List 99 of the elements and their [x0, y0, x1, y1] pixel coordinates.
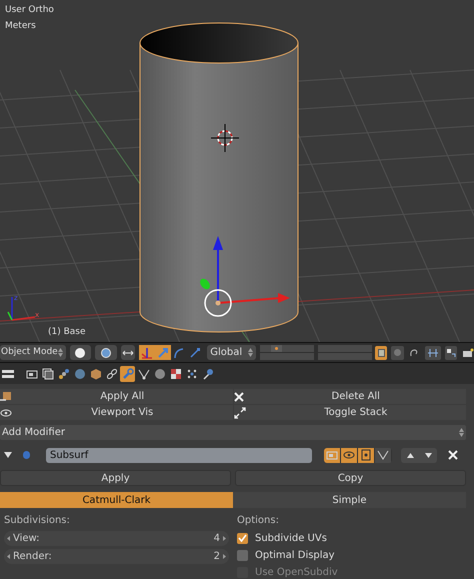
- modifier-toggle[interactable]: [324, 448, 341, 462]
- right-arrow-icon: [223, 536, 226, 541]
- view-name: User Ortho: [5, 4, 54, 17]
- checkbox[interactable]: [237, 532, 248, 544]
- dropdown-arrows-icon: [248, 348, 254, 358]
- field-label: Render:: [13, 550, 52, 564]
- collapse-button[interactable]: [3, 450, 13, 460]
- subdivision-type-tab[interactable]: Catmull-Clark: [0, 492, 233, 508]
- checkbox-label: Subdivide UVs: [255, 532, 327, 546]
- close-icon: [234, 392, 244, 402]
- field-value: 4: [214, 532, 220, 546]
- camera-icon: [26, 368, 38, 380]
- scene-icon: [58, 368, 70, 380]
- snap-element-button[interactable]: [424, 346, 441, 360]
- left-arrow-icon: [7, 536, 10, 541]
- stack-tool-button[interactable]: Viewport Vis: [0, 405, 232, 420]
- modifier-toggle[interactable]: [358, 448, 375, 462]
- right-arrow-icon: [223, 554, 226, 559]
- expand-icon: [234, 406, 246, 418]
- layer-toggle[interactable]: [260, 345, 272, 352]
- manipulator-mode-button[interactable]: [139, 345, 156, 360]
- layer-toggle[interactable]: [318, 345, 330, 352]
- manipulator-toggle-button[interactable]: [120, 345, 136, 360]
- checkbox-label: Optimal Display: [255, 548, 335, 562]
- vertices-icon: [138, 368, 150, 380]
- checkbox-label: Use OpenSubdiv: [255, 566, 338, 579]
- stack-tool-button[interactable]: Toggle Stack: [234, 405, 466, 420]
- render-preview-button[interactable]: [391, 346, 404, 360]
- object-label: (1) Base: [48, 326, 86, 339]
- section-label: Subdivisions:: [4, 514, 71, 528]
- left-arrow-icon: [7, 554, 10, 559]
- layer-toggle[interactable]: [271, 345, 282, 352]
- eye-icon: [343, 450, 355, 460]
- checker-icon: [170, 368, 182, 380]
- layer-toggle[interactable]: [361, 345, 372, 352]
- stack-tool-button[interactable]: Delete All: [234, 389, 466, 404]
- vertices-icon: [377, 449, 389, 461]
- mesh-edit-icon: [360, 449, 372, 461]
- cube-icon: [90, 368, 102, 380]
- arc-icon: [173, 346, 186, 359]
- down-triangle-icon: [424, 452, 432, 458]
- layer-toggle[interactable]: [282, 345, 293, 352]
- number-field[interactable]: View: 4: [4, 531, 229, 546]
- remove-modifier-button[interactable]: [447, 449, 459, 461]
- camera-icon: [326, 449, 338, 461]
- scale-icon: [189, 346, 202, 359]
- pivot-icon: [101, 348, 112, 358]
- modifier-toggle[interactable]: [341, 448, 358, 462]
- properties-tab[interactable]: [120, 366, 135, 382]
- checkmark-icon: [238, 534, 247, 542]
- close-icon: [448, 450, 458, 460]
- subsurf-icon: [23, 451, 30, 459]
- dropdown-arrows-icon: [58, 348, 63, 358]
- layer-toggle[interactable]: [303, 353, 314, 360]
- eye-icon: [0, 408, 12, 418]
- physics-icon: [202, 368, 214, 380]
- shading-dropdown[interactable]: [70, 345, 92, 360]
- layer-toggle[interactable]: [260, 353, 272, 360]
- orientation-dropdown[interactable]: Global: [207, 345, 256, 360]
- modifier-action-button[interactable]: Apply: [0, 470, 231, 486]
- checkbox[interactable]: [237, 550, 248, 560]
- globe-icon: [74, 368, 86, 380]
- dropdown-arrows-icon: [459, 428, 464, 437]
- field-value: 2: [214, 550, 220, 564]
- add-modifier-dropdown[interactable]: Add Modifier: [0, 425, 466, 440]
- field-label: View:: [13, 532, 40, 546]
- render-button[interactable]: [461, 346, 474, 360]
- properties-icon: [2, 368, 14, 379]
- lock-layers-button[interactable]: [374, 346, 388, 360]
- properties-tab[interactable]: [40, 366, 55, 382]
- 3d-cursor-icon: [210, 124, 240, 152]
- units-label: Meters: [5, 20, 36, 33]
- sphere-icon: [154, 368, 166, 380]
- layer-toggle[interactable]: [318, 353, 330, 360]
- modifier-action-button[interactable]: Copy: [235, 470, 466, 486]
- subdivision-type-tab[interactable]: Simple: [233, 492, 466, 508]
- arrow-icon: [157, 346, 170, 359]
- up-triangle-icon: [406, 452, 414, 458]
- manipulator-mode-button[interactable]: [155, 345, 172, 360]
- axes-icon: [141, 346, 154, 359]
- modifier-toggle[interactable]: [375, 448, 392, 462]
- particles-icon: [186, 368, 198, 380]
- pivot-dropdown[interactable]: [95, 345, 117, 360]
- layers-icon: [42, 368, 54, 380]
- triangle-icon: [4, 452, 12, 458]
- mode-dropdown[interactable]: Object Mode: [0, 345, 66, 360]
- stack-tool-button[interactable]: Apply All: [0, 389, 232, 404]
- wrench-icon: [122, 368, 134, 380]
- manipulator-icon: [122, 348, 134, 358]
- layer-toggle[interactable]: [303, 345, 314, 352]
- apply-stack-icon: [0, 390, 12, 402]
- section-label: Options:: [237, 514, 280, 528]
- chain-icon: [106, 368, 118, 380]
- camera-icon: [462, 348, 474, 358]
- modifier-name-field[interactable]: Subsurf: [46, 448, 312, 462]
- layer-toggle[interactable]: [361, 353, 372, 360]
- number-field[interactable]: Render: 2: [4, 549, 229, 564]
- snap-target-button[interactable]: [444, 346, 458, 360]
- axis-gizmo-drawing: [7, 297, 36, 321]
